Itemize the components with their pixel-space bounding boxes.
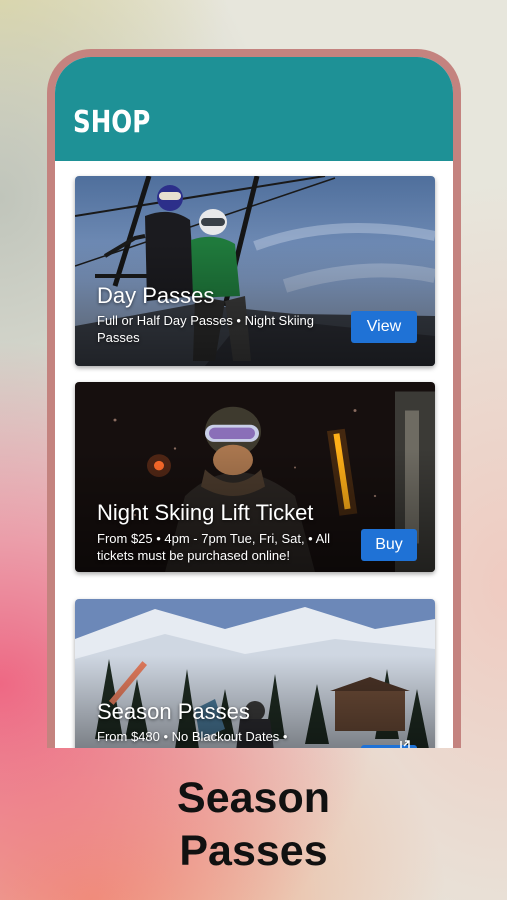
season-passes-card[interactable]: Season Passes From $480 • No Blackout Da… bbox=[75, 599, 435, 748]
caption-line-1: Season bbox=[177, 774, 330, 822]
season-passes-button[interactable] bbox=[361, 740, 417, 748]
day-passes-card[interactable]: Day Passes Full or Half Day Passes • Nig… bbox=[75, 176, 435, 366]
view-button[interactable]: View bbox=[351, 311, 417, 343]
card-overlay bbox=[75, 599, 435, 748]
phone-frame: SHOP Day Passes Full or Half Day Passes … bbox=[47, 49, 461, 748]
buy-button[interactable]: Buy bbox=[361, 529, 417, 561]
app-screen: SHOP Day Passes Full or Half Day Passes … bbox=[55, 57, 453, 748]
caption-line-2: Passes bbox=[179, 827, 328, 875]
card-title: Night Skiing Lift Ticket bbox=[97, 500, 314, 525]
promo-caption: Season Passes bbox=[0, 772, 507, 878]
card-subtitle: From $25 • 4pm - 7pm Tue, Fri, Sat, • Al… bbox=[97, 531, 331, 563]
external-link-icon bbox=[400, 740, 410, 748]
card-title: Day Passes bbox=[97, 283, 215, 308]
night-skiing-card[interactable]: Night Skiing Lift Ticket From $25 • 4pm … bbox=[75, 382, 435, 572]
card-subtitle: From $480 • No Blackout Dates • bbox=[97, 729, 288, 744]
app-header: SHOP bbox=[55, 57, 453, 161]
page-title: SHOP bbox=[73, 105, 151, 140]
card-title: Season Passes bbox=[97, 699, 250, 724]
card-subtitle: Full or Half Day Passes • Night Skiing P… bbox=[97, 313, 314, 345]
